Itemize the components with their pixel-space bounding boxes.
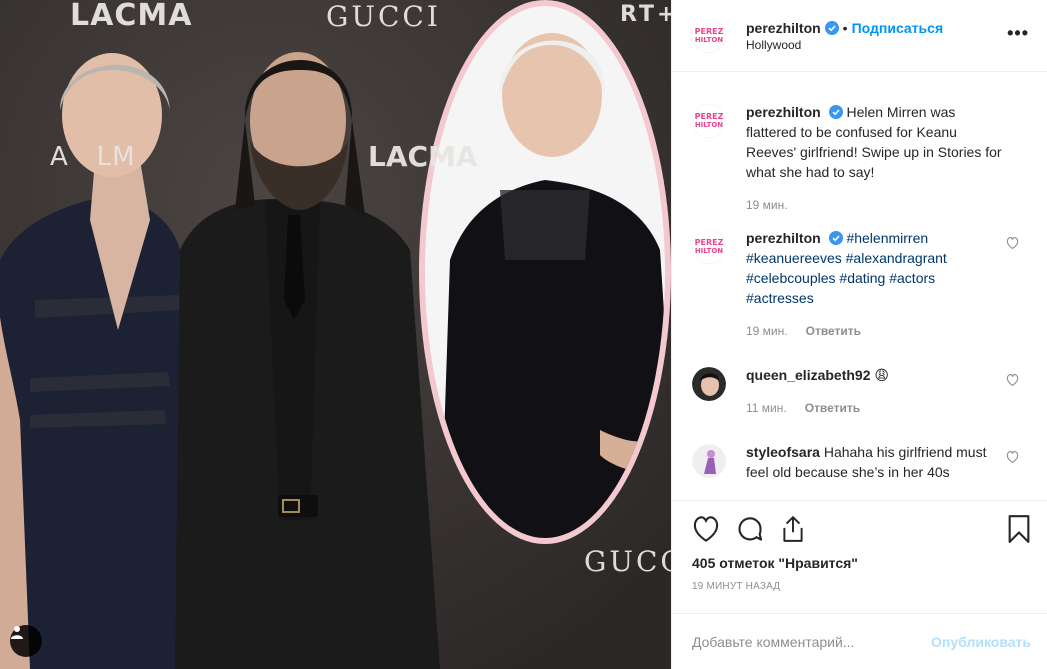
publish-button[interactable]: Опубликовать bbox=[931, 634, 1031, 650]
hashtag-link[interactable]: #helenmirren bbox=[846, 230, 928, 246]
avatar[interactable] bbox=[692, 444, 726, 478]
comment-time[interactable]: 19 мин. bbox=[746, 321, 788, 341]
likes-count[interactable]: 405 отметок "Нравится" bbox=[692, 555, 1031, 571]
user-avatar bbox=[692, 367, 726, 401]
hashtag-link[interactable]: #actors bbox=[889, 270, 935, 286]
comment-time[interactable]: 19 мин. bbox=[746, 195, 788, 215]
hashtag-link[interactable]: #celebcouples bbox=[746, 270, 836, 286]
comment-icon[interactable] bbox=[736, 515, 764, 543]
add-comment-bar: Опубликовать bbox=[672, 613, 1047, 669]
gucci-logo-top: GUCCI bbox=[326, 0, 441, 33]
avatar[interactable]: PEREZ HILTON bbox=[692, 104, 726, 138]
perezhilton-avatar: PEREZ HILTON bbox=[692, 230, 726, 264]
instagram-post: LACMA GUCCI LACMA A LM GUCCI RT+ PEREZ H… bbox=[0, 0, 1047, 669]
perezhilton-avatar: PEREZ HILTON bbox=[692, 18, 726, 53]
heart-icon[interactable] bbox=[692, 516, 720, 542]
reply-button[interactable]: Ответить bbox=[805, 398, 860, 418]
comment-input[interactable] bbox=[692, 633, 932, 650]
user-avatar bbox=[692, 444, 726, 478]
caption: PEREZ HILTON perezhilton Helen Mirren wa… bbox=[692, 102, 1031, 215]
user-tags-button[interactable] bbox=[10, 625, 42, 657]
avatar[interactable] bbox=[692, 367, 726, 401]
verified-badge-icon bbox=[824, 20, 839, 35]
svg-text:PEREZ: PEREZ bbox=[695, 238, 724, 247]
post-photo bbox=[0, 0, 671, 669]
verified-badge-icon bbox=[828, 231, 843, 245]
lacma-logo-mid: LACMA bbox=[368, 140, 478, 173]
hashtag-link[interactable]: #alexandragrant bbox=[846, 250, 947, 266]
location-link[interactable]: Hollywood bbox=[746, 38, 943, 52]
follow-button[interactable]: Подписаться bbox=[852, 20, 944, 36]
post-header: PEREZ HILTON perezhilton • Подписаться H… bbox=[672, 0, 1047, 72]
comment-time[interactable]: 11 мин. bbox=[746, 398, 787, 418]
list-item: styleofsara Hahaha his girlfriend must f… bbox=[692, 442, 1031, 482]
post-timestamp[interactable]: 19 минут назад bbox=[692, 581, 1031, 592]
art-film-logo: A LM bbox=[50, 142, 136, 172]
comment-username[interactable]: perezhilton bbox=[746, 230, 821, 246]
comment-username[interactable]: styleofsara bbox=[746, 444, 820, 460]
lacma-logo-top: LACMA bbox=[70, 0, 193, 33]
comment-username[interactable]: perezhilton bbox=[746, 104, 821, 120]
avatar[interactable]: PEREZ HILTON bbox=[692, 230, 726, 264]
hashtag-link[interactable]: #actresses bbox=[746, 290, 814, 306]
post-author-username[interactable]: perezhilton bbox=[746, 20, 821, 36]
svg-text:HILTON: HILTON bbox=[695, 36, 723, 44]
svg-text:PEREZ: PEREZ bbox=[695, 27, 724, 36]
bookmark-icon[interactable] bbox=[1007, 515, 1031, 546]
person-icon bbox=[11, 626, 23, 639]
verified-badge-icon bbox=[828, 105, 843, 119]
hashtag-link[interactable]: #dating bbox=[839, 270, 885, 286]
comment-text: 😩 bbox=[874, 367, 889, 383]
comment-like-icon[interactable] bbox=[1006, 373, 1019, 389]
svg-text:PEREZ: PEREZ bbox=[695, 112, 724, 121]
list-item: queen_elizabeth92 😩 11 мин. Ответить bbox=[692, 365, 1031, 418]
comment-like-icon[interactable] bbox=[1006, 450, 1019, 466]
art-plus-logo: RT+ bbox=[620, 2, 671, 27]
hashtag-link[interactable]: #keanuereeves bbox=[746, 250, 842, 266]
comment-username[interactable]: queen_elizabeth92 bbox=[746, 367, 871, 383]
post-image[interactable]: LACMA GUCCI LACMA A LM GUCCI RT+ bbox=[0, 0, 671, 669]
post-actions: 405 отметок "Нравится" 19 минут назад bbox=[672, 500, 1047, 612]
post-sidebar: PEREZ HILTON perezhilton • Подписаться H… bbox=[671, 0, 1047, 669]
separator-dot: • bbox=[842, 19, 848, 36]
comment-like-icon[interactable] bbox=[1006, 236, 1019, 252]
svg-text:HILTON: HILTON bbox=[695, 121, 723, 129]
list-item: PEREZ HILTON perezhilton #helenmirren #k… bbox=[692, 228, 1031, 341]
share-icon[interactable] bbox=[780, 515, 806, 543]
svg-text:HILTON: HILTON bbox=[695, 247, 723, 255]
reply-button[interactable]: Ответить bbox=[806, 321, 861, 341]
comments-list[interactable]: PEREZ HILTON perezhilton Helen Mirren wa… bbox=[672, 72, 1047, 500]
perezhilton-avatar: PEREZ HILTON bbox=[692, 104, 726, 138]
avatar[interactable]: PEREZ HILTON bbox=[692, 18, 726, 53]
gucci-logo-bottom: GUCCI bbox=[584, 545, 671, 578]
more-options-icon[interactable]: ••• bbox=[1007, 24, 1029, 42]
